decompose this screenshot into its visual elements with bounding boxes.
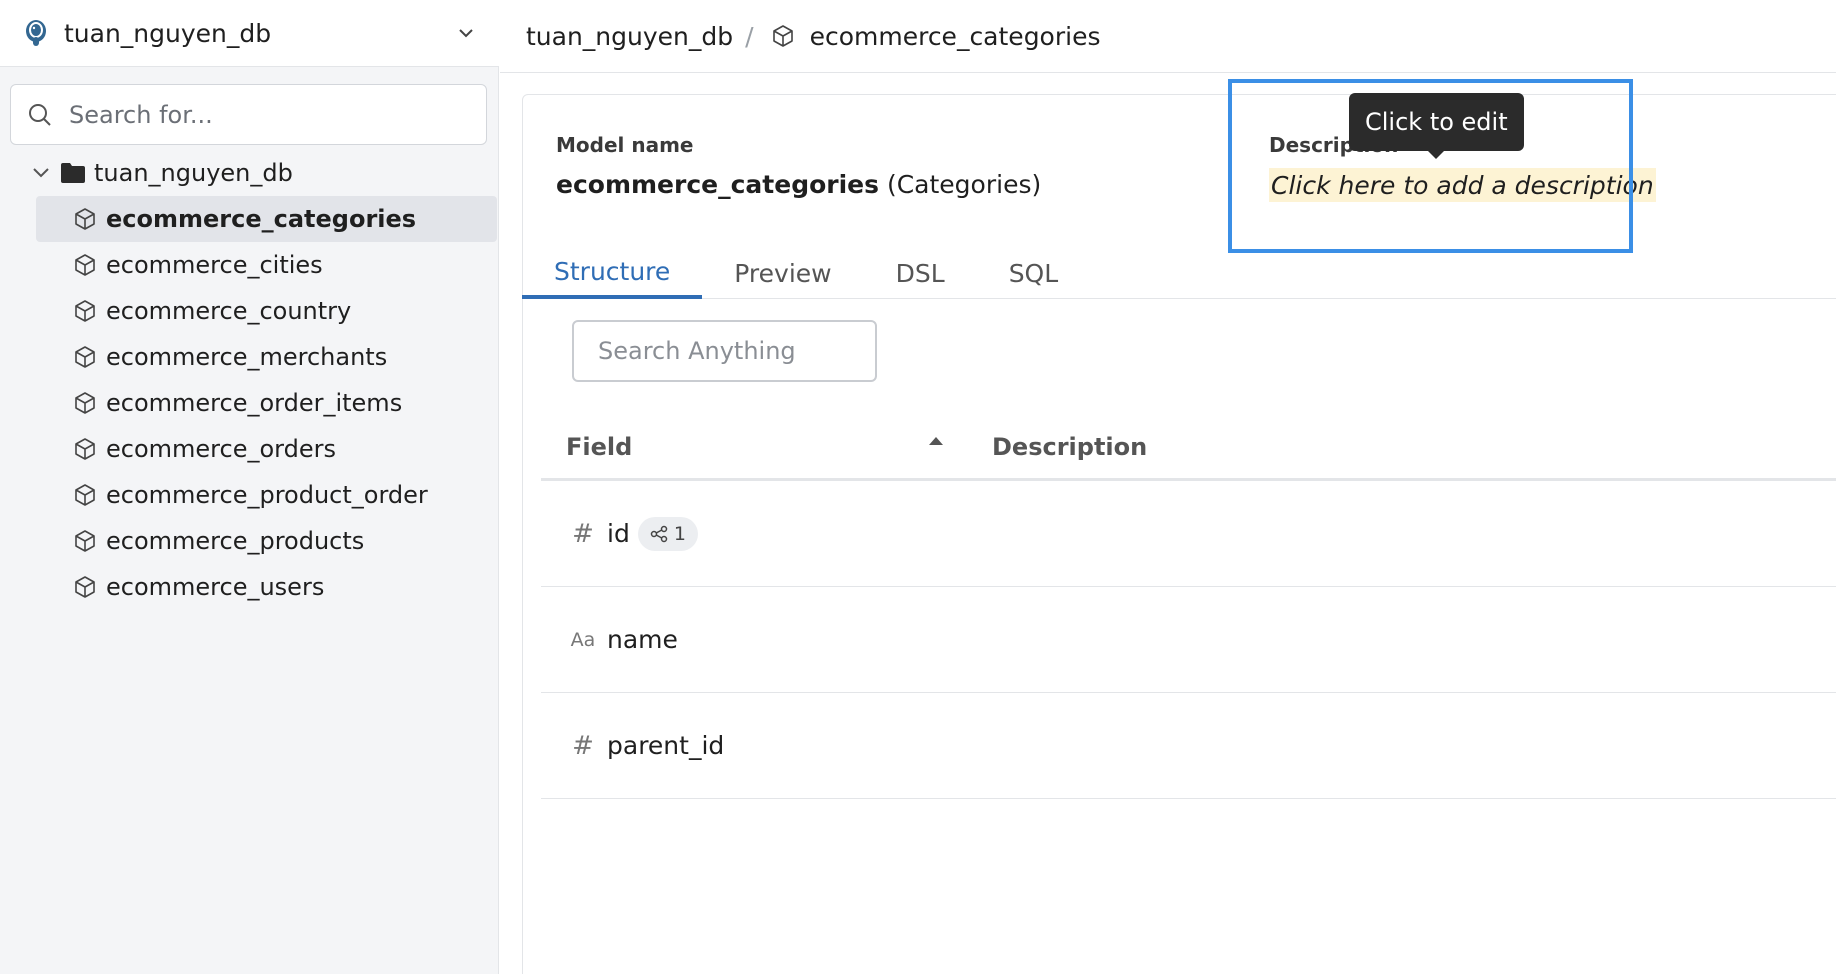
number-type-icon: # xyxy=(572,730,594,761)
model-tree: tuan_nguyen_db ecommerce_categories ecom… xyxy=(0,150,499,610)
breadcrumb: tuan_nguyen_db / ecommerce_categories xyxy=(500,0,1836,73)
column-header-description[interactable]: Description xyxy=(992,433,1147,461)
table-row[interactable]: Aa name xyxy=(541,587,1836,693)
field-name: parent_id xyxy=(607,731,725,760)
sidebar-item-ecommerce-orders[interactable]: ecommerce_orders xyxy=(36,426,497,472)
tab-dsl[interactable]: DSL xyxy=(864,248,977,299)
tab-structure[interactable]: Structure xyxy=(522,248,703,299)
sidebar-item-label: ecommerce_product_order xyxy=(106,481,428,509)
field-name: name xyxy=(607,625,678,654)
tooltip: Click to edit xyxy=(1349,93,1524,159)
sidebar-item-ecommerce-product-order[interactable]: ecommerce_product_order xyxy=(36,472,497,518)
sidebar-search-input[interactable] xyxy=(69,100,470,129)
text-type-icon: Aa xyxy=(570,628,596,651)
share-icon xyxy=(650,525,668,542)
sidebar-item-ecommerce-users[interactable]: ecommerce_users xyxy=(36,564,497,610)
cube-icon xyxy=(72,252,98,278)
sidebar-item-ecommerce-country[interactable]: ecommerce_country xyxy=(36,288,497,334)
sidebar-item-label: ecommerce_products xyxy=(106,527,365,555)
sidebar-item-label: ecommerce_country xyxy=(106,297,352,325)
sidebar-item-label: ecommerce_cities xyxy=(106,251,323,279)
model-name: ecommerce_categories (Categories) xyxy=(556,170,1041,199)
sidebar-item-ecommerce-order-items[interactable]: ecommerce_order_items xyxy=(36,380,497,426)
cube-icon xyxy=(72,528,98,554)
sort-asc-icon[interactable] xyxy=(929,437,943,445)
table-row[interactable]: # id 1 xyxy=(541,481,1836,587)
tree-root-folder[interactable]: tuan_nguyen_db xyxy=(0,150,499,196)
postgres-icon xyxy=(22,17,50,49)
cube-icon xyxy=(770,23,796,49)
sidebar-search[interactable] xyxy=(10,84,487,145)
sidebar-item-label: ecommerce_orders xyxy=(106,435,336,463)
model-alias: (Categories) xyxy=(886,170,1042,199)
table-header: Field Description xyxy=(541,415,1836,481)
cube-icon xyxy=(72,436,98,462)
cube-icon xyxy=(72,390,98,416)
cube-icon xyxy=(72,482,98,508)
column-header-field[interactable]: Field xyxy=(566,433,632,461)
number-type-icon: # xyxy=(572,518,594,549)
sidebar-item-label: ecommerce_categories xyxy=(106,205,417,233)
field-name: id xyxy=(607,519,630,548)
cube-icon xyxy=(72,574,98,600)
model-name-label: Model name xyxy=(556,133,694,157)
relations-count: 1 xyxy=(673,522,686,545)
sidebar-item-label: ecommerce_merchants xyxy=(106,343,388,371)
search-icon xyxy=(27,102,53,128)
fields-table: Field Description # id 1 Aa name # paren… xyxy=(541,415,1836,799)
tab-preview[interactable]: Preview xyxy=(702,248,863,299)
field-search-input[interactable] xyxy=(572,320,877,382)
database-name: tuan_nguyen_db xyxy=(64,18,272,48)
sidebar-item-ecommerce-merchants[interactable]: ecommerce_merchants xyxy=(36,334,497,380)
folder-icon xyxy=(60,162,86,184)
chevron-down-icon[interactable] xyxy=(30,162,52,184)
cube-icon xyxy=(72,298,98,324)
chevron-down-icon[interactable] xyxy=(455,22,477,44)
sidebar-item-label: ecommerce_users xyxy=(106,573,325,601)
sidebar: tuan_nguyen_db tuan_nguyen_db ecommerce_… xyxy=(0,0,499,974)
breadcrumb-model: ecommerce_categories xyxy=(809,21,1101,51)
breadcrumb-database[interactable]: tuan_nguyen_db xyxy=(526,22,733,51)
sidebar-item-label: ecommerce_order_items xyxy=(106,389,403,417)
table-row[interactable]: # parent_id xyxy=(541,693,1836,799)
tree-root-label: tuan_nguyen_db xyxy=(94,159,293,187)
sidebar-item-ecommerce-categories[interactable]: ecommerce_categories xyxy=(36,196,497,242)
tab-bar: Structure Preview DSL SQL xyxy=(522,248,1836,299)
tab-sql[interactable]: SQL xyxy=(977,248,1090,299)
database-selector[interactable]: tuan_nguyen_db xyxy=(0,0,499,67)
sidebar-item-ecommerce-products[interactable]: ecommerce_products xyxy=(36,518,497,564)
cube-icon xyxy=(72,206,98,232)
breadcrumb-separator: / xyxy=(745,21,754,51)
model-name-value: ecommerce_categories xyxy=(556,170,880,199)
cube-icon xyxy=(72,344,98,370)
sidebar-item-ecommerce-cities[interactable]: ecommerce_cities xyxy=(36,242,497,288)
relations-badge[interactable]: 1 xyxy=(637,516,698,551)
